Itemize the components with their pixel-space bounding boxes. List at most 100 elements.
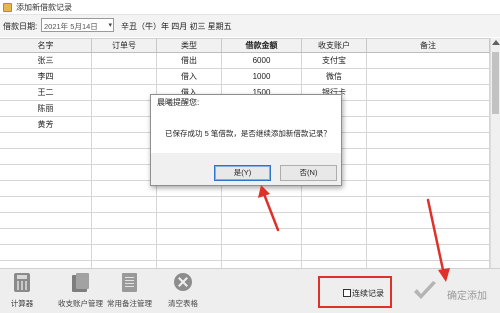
cell-name[interactable] <box>0 133 92 148</box>
column-header-order-no[interactable]: 订单号 <box>92 39 157 52</box>
cell-amount[interactable] <box>222 197 302 212</box>
cell-note[interactable] <box>367 229 490 244</box>
column-header-account[interactable]: 收支账户 <box>302 39 367 52</box>
calculator-label: 计算器 <box>10 299 34 308</box>
cell-type[interactable] <box>157 261 222 268</box>
cell-order-no[interactable] <box>92 149 157 164</box>
cell-account[interactable] <box>302 197 367 212</box>
cell-type[interactable]: 借出 <box>157 53 222 68</box>
column-header-type[interactable]: 类型 <box>157 39 222 52</box>
table-row[interactable]: 张三 借出 6000 支付宝 <box>0 53 490 69</box>
cell-type[interactable] <box>157 245 222 260</box>
cell-type[interactable] <box>157 197 222 212</box>
cell-order-no[interactable] <box>92 181 157 196</box>
cell-note[interactable] <box>367 133 490 148</box>
cell-amount[interactable] <box>222 245 302 260</box>
calculator-button[interactable]: 计算器 <box>11 273 33 308</box>
vertical-scrollbar[interactable] <box>490 38 500 268</box>
table-row[interactable]: 李四 借入 1000 微信 <box>0 69 490 85</box>
table-row[interactable] <box>0 245 490 261</box>
scroll-up-arrow-icon[interactable] <box>492 40 500 45</box>
cell-name[interactable] <box>0 165 92 180</box>
cell-order-no[interactable] <box>92 53 157 68</box>
cell-amount[interactable] <box>222 213 302 228</box>
cell-order-no[interactable] <box>92 85 157 100</box>
cell-name[interactable]: 张三 <box>0 53 92 68</box>
cell-account[interactable]: 支付宝 <box>302 53 367 68</box>
notes-manage-button[interactable]: 常用备注管理 <box>107 273 152 308</box>
cell-type[interactable] <box>157 213 222 228</box>
cell-note[interactable] <box>367 261 490 268</box>
cell-order-no[interactable] <box>92 101 157 116</box>
cell-name[interactable] <box>0 261 92 268</box>
account-manage-label: 收支账户管理 <box>58 299 103 308</box>
notes-manage-label: 常用备注管理 <box>107 299 152 308</box>
table-row[interactable] <box>0 197 490 213</box>
yes-button[interactable]: 是(Y) <box>214 165 271 181</box>
cell-amount[interactable] <box>222 229 302 244</box>
table-row[interactable] <box>0 213 490 229</box>
cell-order-no[interactable] <box>92 69 157 84</box>
cell-name[interactable] <box>0 213 92 228</box>
cell-note[interactable] <box>367 197 490 212</box>
cell-account[interactable]: 微信 <box>302 69 367 84</box>
cell-order-no[interactable] <box>92 245 157 260</box>
cell-account[interactable] <box>302 261 367 268</box>
cell-name[interactable] <box>0 245 92 260</box>
cell-amount[interactable] <box>222 261 302 268</box>
cell-note[interactable] <box>367 117 490 132</box>
confirm-add-label: 确定添加 <box>447 291 487 302</box>
dialog-title: 晨曦提醒您: <box>151 95 341 109</box>
continuous-record-checkbox[interactable] <box>343 289 351 297</box>
cell-note[interactable] <box>367 213 490 228</box>
cell-note[interactable] <box>367 149 490 164</box>
cell-order-no[interactable] <box>92 197 157 212</box>
checkmark-icon <box>414 281 436 299</box>
account-manage-button[interactable]: 收支账户管理 <box>58 273 103 308</box>
column-header-amount[interactable]: 借款金额 <box>222 39 302 52</box>
cell-name[interactable] <box>0 181 92 196</box>
confirm-add-button[interactable]: 确定添加 <box>412 277 498 307</box>
cell-name[interactable]: 李四 <box>0 69 92 84</box>
cell-amount[interactable]: 1000 <box>222 69 302 84</box>
cell-order-no[interactable] <box>92 261 157 268</box>
chevron-down-icon[interactable]: ▾ <box>108 21 112 29</box>
clear-table-button[interactable]: 清空表格 <box>168 273 198 308</box>
cell-note[interactable] <box>367 69 490 84</box>
cell-note[interactable] <box>367 53 490 68</box>
scrollbar-thumb[interactable] <box>492 52 499 114</box>
column-header-note[interactable]: 备注 <box>367 39 490 52</box>
cell-order-no[interactable] <box>92 213 157 228</box>
cell-name[interactable]: 黄芳 <box>0 117 92 132</box>
column-header-name[interactable]: 名字 <box>0 39 92 52</box>
clear-table-label: 清空表格 <box>168 299 198 308</box>
cell-amount[interactable]: 6000 <box>222 53 302 68</box>
cell-note[interactable] <box>367 101 490 116</box>
cell-name[interactable] <box>0 149 92 164</box>
toolbar: 借款日期: 2021年 5月14日 ▾ 辛丑（牛）年 四月 初三 星期五 <box>0 15 500 37</box>
cell-account[interactable] <box>302 229 367 244</box>
date-picker[interactable]: 2021年 5月14日 ▾ <box>41 18 114 32</box>
cell-order-no[interactable] <box>92 117 157 132</box>
continuous-record-label[interactable]: 连续记录 <box>352 288 384 299</box>
cell-type[interactable]: 借入 <box>157 69 222 84</box>
cell-note[interactable] <box>367 165 490 180</box>
cell-note[interactable] <box>367 85 490 100</box>
confirm-dialog: 晨曦提醒您: 已保存成功 5 笔借款，是否继续添加新借款记录？ 是(Y) 否(N… <box>150 94 342 186</box>
dialog-message: 已保存成功 5 笔借款，是否继续添加新借款记录？ <box>165 129 331 138</box>
cell-name[interactable] <box>0 229 92 244</box>
cell-name[interactable] <box>0 197 92 212</box>
cell-note[interactable] <box>367 181 490 196</box>
cell-note[interactable] <box>367 245 490 260</box>
cell-order-no[interactable] <box>92 229 157 244</box>
cell-type[interactable] <box>157 229 222 244</box>
cell-name[interactable]: 陈丽 <box>0 101 92 116</box>
no-button[interactable]: 否(N) <box>280 165 337 181</box>
cell-name[interactable]: 王二 <box>0 85 92 100</box>
cell-account[interactable] <box>302 245 367 260</box>
cell-order-no[interactable] <box>92 165 157 180</box>
table-row[interactable] <box>0 261 490 268</box>
cell-account[interactable] <box>302 213 367 228</box>
table-row[interactable] <box>0 229 490 245</box>
cell-order-no[interactable] <box>92 133 157 148</box>
